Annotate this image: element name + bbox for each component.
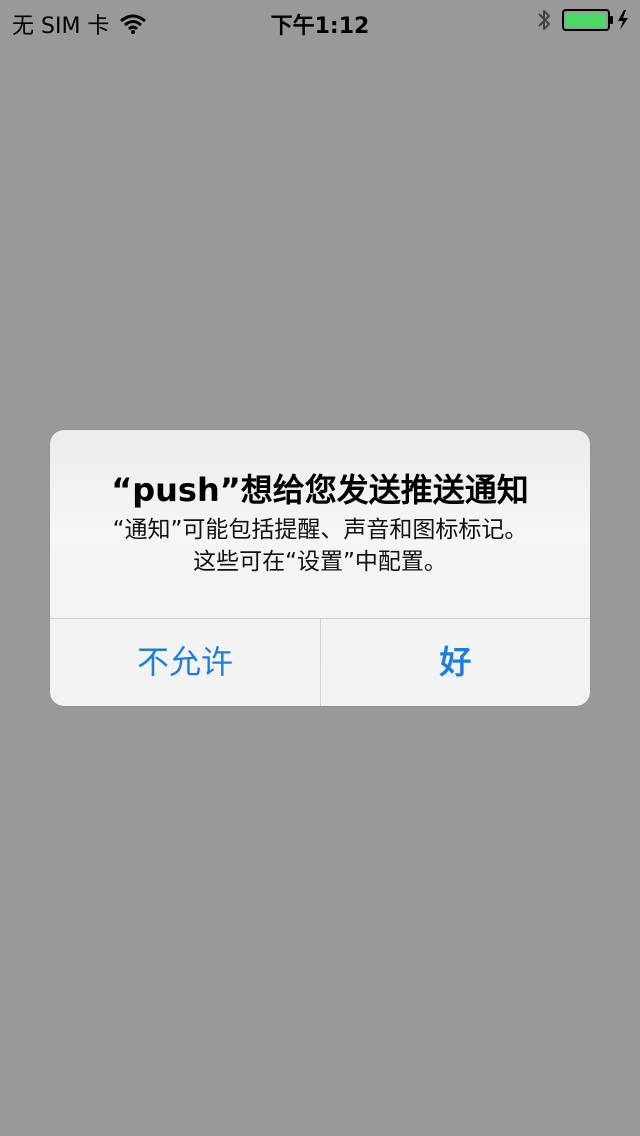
alert-message-line: 这些可在“设置”中配置。 — [193, 549, 447, 575]
push-permission-alert: “push”想给您发送推送通知 “通知”可能包括提醒、声音和图标标记。 这些可在… — [50, 430, 590, 706]
alert-body: “push”想给您发送推送通知 “通知”可能包括提醒、声音和图标标记。 这些可在… — [50, 430, 590, 618]
bluetooth-icon — [536, 7, 552, 33]
dont-allow-button[interactable]: 不允许 — [50, 619, 320, 706]
status-bar: 无 SIM 卡 下午1:12 — [0, 0, 640, 40]
status-right — [536, 7, 630, 33]
alert-message: “通知”可能包括提醒、声音和图标标记。 这些可在“设置”中配置。 — [74, 514, 566, 578]
alert-message-line: “通知”可能包括提醒、声音和图标标记。 — [112, 517, 528, 543]
alert-title: “push”想给您发送推送通知 — [111, 471, 529, 509]
battery-charging-icon — [562, 8, 630, 32]
ok-button[interactable]: 好 — [321, 619, 590, 706]
